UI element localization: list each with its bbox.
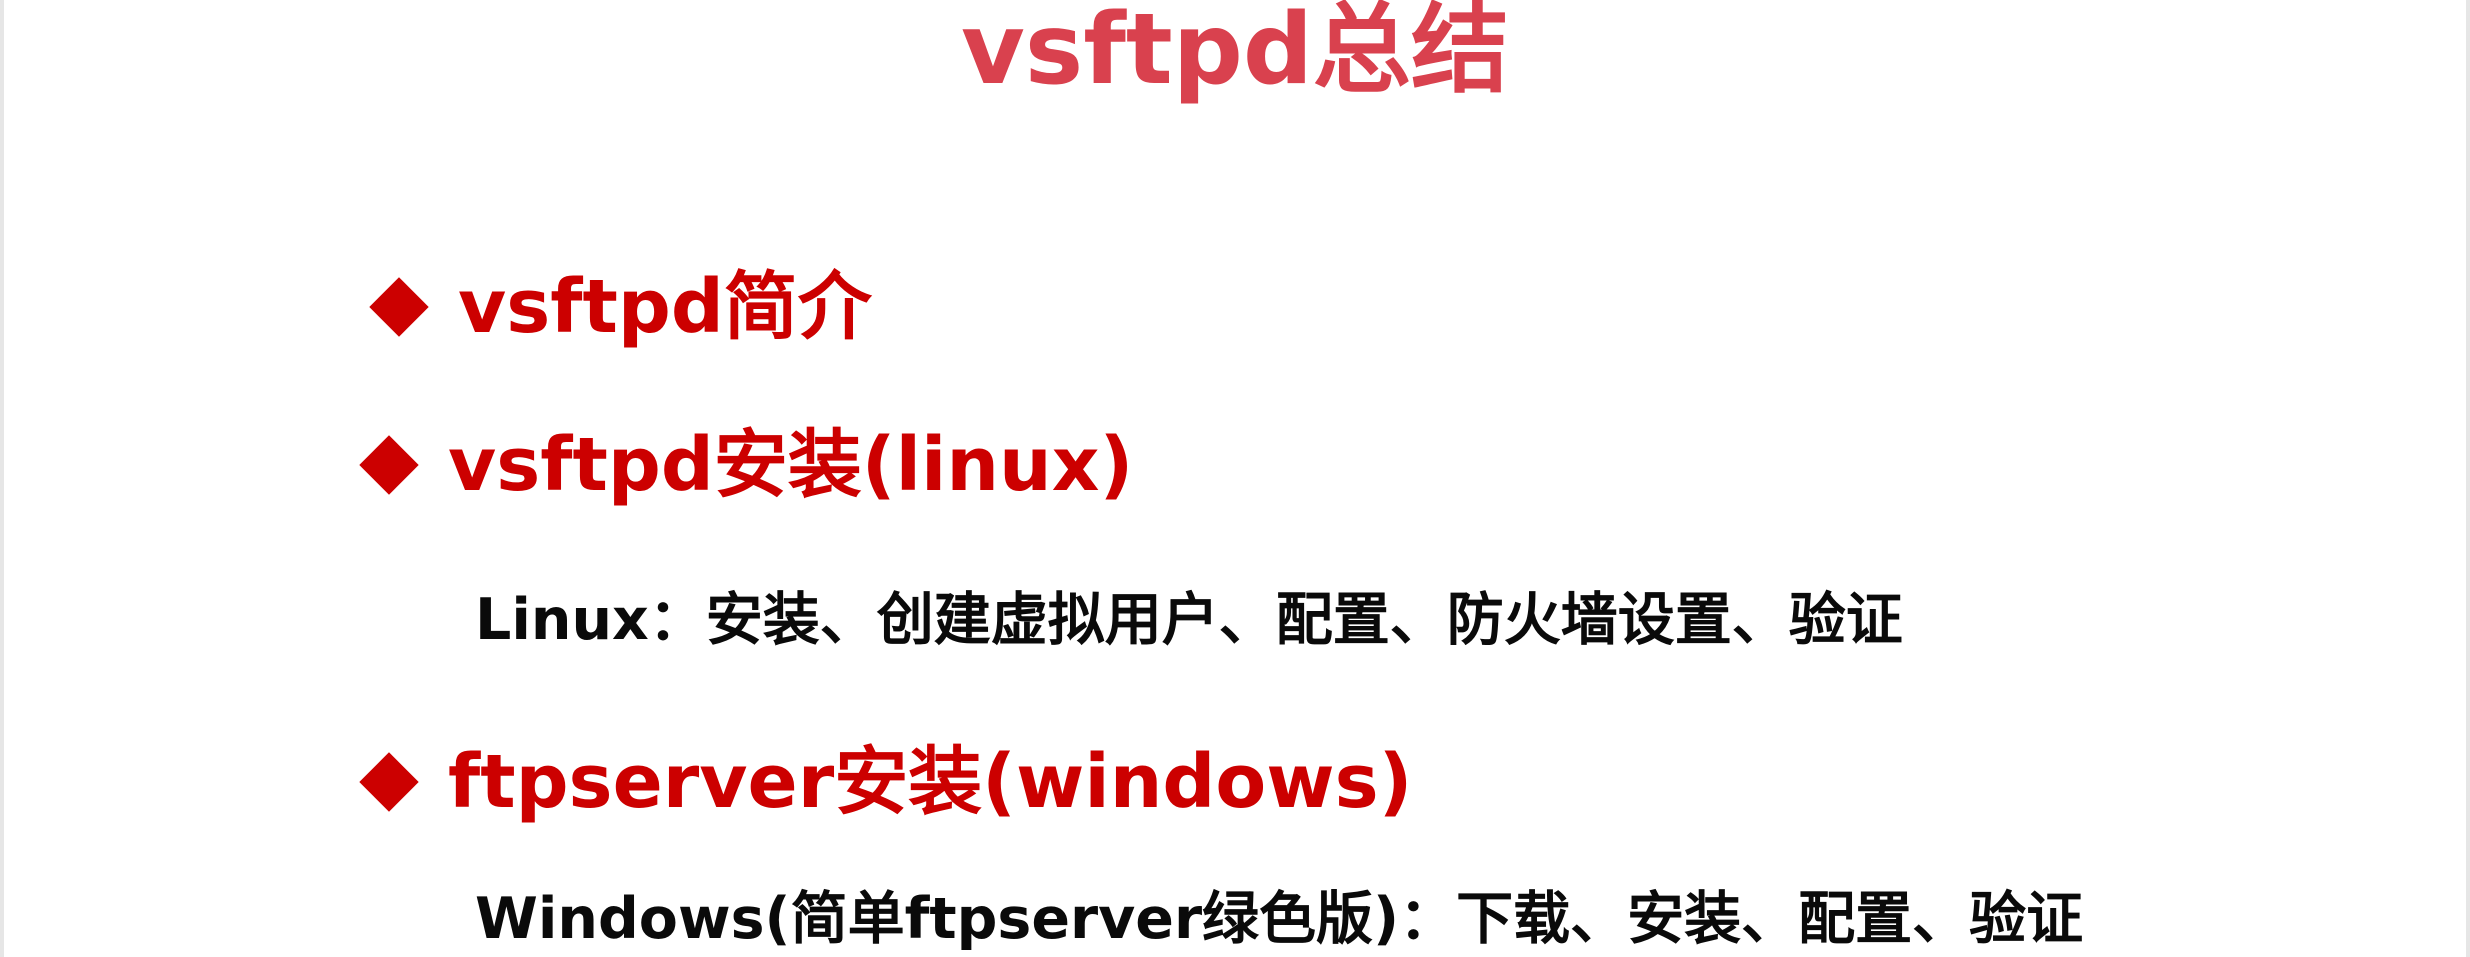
- slide-left-border: [0, 0, 4, 957]
- bullet-item-windows-install: ftpserver安装(windows): [359, 737, 1413, 827]
- slide-right-border: [2466, 0, 2470, 957]
- slide-title: vsftpd总结: [961, 0, 1509, 107]
- slide: vsftpd总结 vsftpd简介 vsftpd安装(linux) Linux：…: [0, 0, 2470, 957]
- diamond-icon: [359, 752, 419, 812]
- bullet-heading: vsftpd简介: [458, 264, 872, 350]
- bullet-heading: ftpserver安装(windows): [448, 739, 1413, 825]
- bullet-heading: vsftpd安装(linux): [448, 422, 1134, 508]
- bullet-detail-windows: Windows(简单ftpserver绿色版)：下载、安装、配置、验证: [475, 886, 2084, 952]
- diamond-icon: [369, 277, 429, 337]
- bullet-detail-linux: Linux：安装、创建虚拟用户、配置、防火墙设置、验证: [475, 587, 1903, 653]
- diamond-icon: [359, 435, 419, 495]
- bullet-item-linux-install: vsftpd安装(linux): [359, 420, 1134, 510]
- bullet-item-intro: vsftpd简介: [369, 262, 872, 352]
